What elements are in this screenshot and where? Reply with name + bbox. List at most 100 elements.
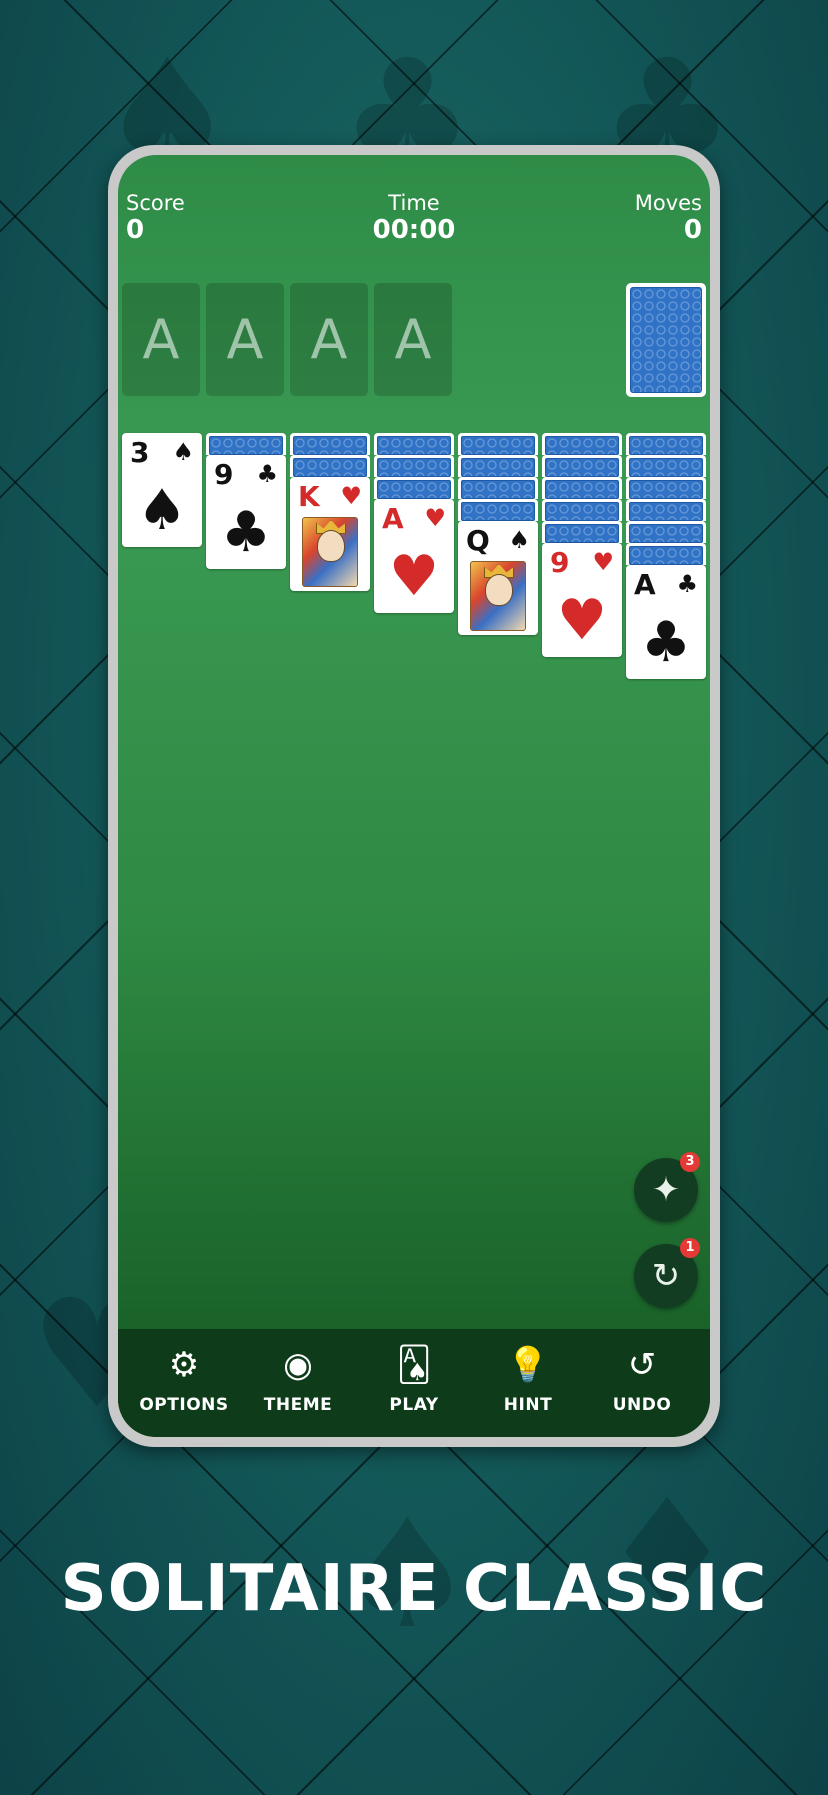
card-back (545, 480, 619, 499)
face-down-card (542, 521, 622, 543)
heart-icon: ♥ (592, 548, 614, 576)
card-back (461, 480, 535, 499)
playing-card[interactable]: 9 ♥ ♥ (542, 543, 622, 657)
playing-card[interactable]: 9 ♣ ♣ (206, 455, 286, 569)
card-back (377, 480, 451, 499)
face-figure (317, 530, 345, 562)
hint-label: HINT (503, 1395, 553, 1415)
face-down-card (542, 499, 622, 521)
face-down-card (374, 433, 454, 455)
shuffle-count-badge: 1 (680, 1238, 700, 1258)
face-down-card (626, 433, 706, 455)
heart-icon: ♥ (556, 588, 608, 653)
tableau-column-6: 9 ♥ ♥ (542, 433, 622, 657)
face-down-card (542, 433, 622, 455)
gear-icon: ⚙ (168, 1345, 200, 1385)
theme-button[interactable]: ◉ THEME (243, 1343, 353, 1415)
magic-wand-icon: ✦ (651, 1170, 681, 1210)
card-back (293, 458, 367, 477)
tableau-column-3: K ♥ (290, 433, 370, 591)
foundation-pile-4[interactable]: A (374, 283, 452, 396)
face-down-card (626, 477, 706, 499)
face-down-card (626, 543, 706, 565)
magic-wand-button[interactable]: ✦ 3 (634, 1152, 700, 1222)
spade-icon: ♠ (508, 526, 530, 554)
face-down-card (458, 455, 538, 477)
heart-icon: ♥ (388, 544, 440, 609)
card-back (545, 436, 619, 455)
time-label: Time (388, 191, 440, 215)
card-back (461, 436, 535, 455)
card-rank: A (634, 568, 656, 601)
tableau-column-1: 3 ♠ ♠ (122, 433, 202, 547)
club-icon: ♣ (256, 460, 278, 488)
shuffle-button[interactable]: ↻ 1 (634, 1238, 700, 1308)
moves-label: Moves (634, 191, 702, 215)
options-label: OPTIONS (139, 1395, 229, 1415)
moves-display: Moves 0 (635, 191, 702, 245)
card-rank: A (382, 502, 404, 535)
playing-card[interactable]: 3 ♠ ♠ (122, 433, 202, 547)
time-display: Time 00:00 (118, 191, 710, 245)
play-label: PLAY (389, 1395, 439, 1415)
playing-card[interactable]: A ♣ ♣ (626, 565, 706, 679)
card-rank: K (298, 480, 320, 513)
undo-button[interactable]: ↺ UNDO (587, 1343, 697, 1415)
foundation-pile-3[interactable]: A (290, 283, 368, 396)
tableau-column-5: Q ♠ (458, 433, 538, 635)
card-rank: Q (466, 524, 490, 557)
card-back (545, 458, 619, 477)
refresh-icon: ↻ (651, 1256, 681, 1296)
card-rank: 9 (214, 458, 234, 491)
moves-value: 0 (683, 215, 702, 245)
face-down-card (458, 433, 538, 455)
king-portrait (302, 517, 358, 587)
theme-label: THEME (263, 1395, 333, 1415)
queen-portrait (470, 561, 526, 631)
face-down-card (458, 499, 538, 521)
card-back (629, 436, 703, 455)
card-back (461, 458, 535, 477)
card-back (629, 524, 703, 543)
lightbulb-icon: 💡 (506, 1345, 550, 1385)
playing-card[interactable]: Q ♠ (458, 521, 538, 635)
card-back (293, 436, 367, 455)
card-back (377, 458, 451, 477)
foundation-pile-2[interactable]: A (206, 283, 284, 396)
card-back (545, 502, 619, 521)
undo-label: UNDO (612, 1395, 672, 1415)
undo-icon: ↺ (627, 1345, 657, 1385)
card-back (629, 480, 703, 499)
bottom-toolbar: ⚙ OPTIONS ◉ THEME 🂡 PLAY 💡 HINT ↺ UNDO (118, 1329, 710, 1437)
spade-icon: ♠ (172, 438, 194, 466)
tableau-column-7: A ♣ ♣ (626, 433, 706, 679)
playing-card[interactable]: A ♥ ♥ (374, 499, 454, 613)
playing-card[interactable]: K ♥ (290, 477, 370, 591)
club-icon: ♣ (676, 570, 698, 598)
card-icon: 🂡 (396, 1345, 432, 1385)
card-back (629, 458, 703, 477)
play-button[interactable]: 🂡 PLAY (359, 1343, 469, 1415)
card-back (629, 546, 703, 565)
card-back (209, 436, 283, 455)
tableau-column-4: A ♥ ♥ (374, 433, 454, 613)
club-icon: ♣ (640, 610, 692, 675)
card-back (377, 436, 451, 455)
hint-button[interactable]: 💡 HINT (473, 1343, 583, 1415)
face-down-card (374, 455, 454, 477)
options-button[interactable]: ⚙ OPTIONS (129, 1343, 239, 1415)
card-back (545, 524, 619, 543)
spade-icon: ♠ (136, 478, 188, 543)
face-down-card (626, 455, 706, 477)
magic-count-badge: 3 (680, 1152, 700, 1172)
promo-title: SOLITAIRE CLASSIC (60, 1552, 768, 1626)
club-icon: ♣ (220, 500, 272, 565)
palette-icon: ◉ (283, 1345, 313, 1385)
card-rank: 3 (130, 436, 150, 469)
foundation-pile-1[interactable]: A (122, 283, 200, 396)
game-screen: Score 0 Time 00:00 Moves 0 A A A A 3 ♠ ♠ (118, 155, 710, 1437)
card-back (629, 502, 703, 521)
face-down-card (626, 521, 706, 543)
stock-pile[interactable] (626, 283, 706, 397)
face-down-card (374, 477, 454, 499)
